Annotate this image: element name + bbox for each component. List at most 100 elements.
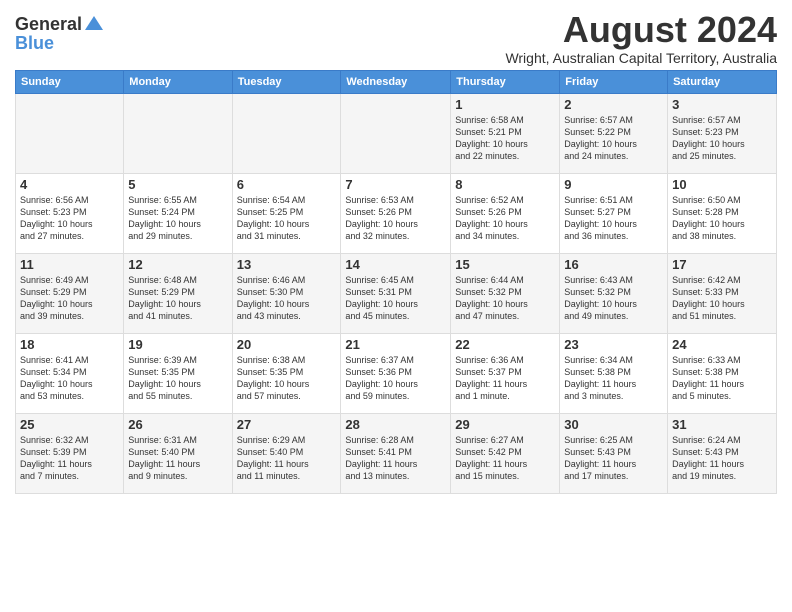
day-info: Sunrise: 6:33 AMSunset: 5:38 PMDaylight:… [672,355,744,401]
col-wednesday: Wednesday [341,70,451,93]
day-info: Sunrise: 6:49 AMSunset: 5:29 PMDaylight:… [20,275,93,321]
day-number: 28 [345,417,446,432]
day-info: Sunrise: 6:56 AMSunset: 5:23 PMDaylight:… [20,195,93,241]
day-number: 22 [455,337,555,352]
day-number: 3 [672,97,772,112]
day-number: 23 [564,337,663,352]
table-row: 20 Sunrise: 6:38 AMSunset: 5:35 PMDayligh… [232,333,341,413]
day-number: 20 [237,337,337,352]
table-row: 27Sunrise: 6:29 AMSunset: 5:40 PMDayligh… [232,413,341,493]
day-info: Sunrise: 6:38 AMSunset: 5:35 PMDaylight:… [237,355,310,401]
day-info: Sunrise: 6:52 AMSunset: 5:26 PMDaylight:… [455,195,528,241]
day-info: Sunrise: 6:36 AMSunset: 5:37 PMDaylight:… [455,355,527,401]
day-number: 5 [128,177,227,192]
table-row: 11 Sunrise: 6:49 AMSunset: 5:29 PMDayligh… [16,253,124,333]
table-row: 14Sunrise: 6:45 AMSunset: 5:31 PMDayligh… [341,253,451,333]
table-row: 15 Sunrise: 6:44 AMSunset: 5:32 PMDayligh… [451,253,560,333]
day-number: 24 [672,337,772,352]
day-info: Sunrise: 6:27 AMSunset: 5:42 PMDaylight:… [455,435,527,481]
day-number: 29 [455,417,555,432]
table-row [16,93,124,173]
page-container: General Blue August 2024 Wright, Austral… [0,0,792,499]
day-info: Sunrise: 6:45 AMSunset: 5:31 PMDaylight:… [345,275,418,321]
table-row: 19Sunrise: 6:39 AMSunset: 5:35 PMDayligh… [124,333,232,413]
table-row: 5Sunrise: 6:55 AMSunset: 5:24 PMDaylight… [124,173,232,253]
logo-icon [83,12,105,34]
logo-blue-text: Blue [15,34,54,52]
calendar-table: Sunday Monday Tuesday Wednesday Thursday… [15,70,777,494]
table-row: 9 Sunrise: 6:51 AMSunset: 5:27 PMDaylight… [560,173,668,253]
day-number: 9 [564,177,663,192]
day-number: 17 [672,257,772,272]
table-row: 30 Sunrise: 6:25 AMSunset: 5:43 PMDayligh… [560,413,668,493]
day-number: 16 [564,257,663,272]
day-info: Sunrise: 6:34 AMSunset: 5:38 PMDaylight:… [564,355,636,401]
table-row: 22 Sunrise: 6:36 AMSunset: 5:37 PMDayligh… [451,333,560,413]
day-number: 31 [672,417,772,432]
location-subtitle: Wright, Australian Capital Territory, Au… [505,50,777,66]
logo-general-text: General [15,15,82,33]
logo: General Blue [15,10,105,52]
day-number: 1 [455,97,555,112]
table-row: 2 Sunrise: 6:57 AMSunset: 5:22 PMDaylight… [560,93,668,173]
calendar-week-row: 4 Sunrise: 6:56 AMSunset: 5:23 PMDaylight… [16,173,777,253]
table-row: 12Sunrise: 6:48 AMSunset: 5:29 PMDayligh… [124,253,232,333]
day-info: Sunrise: 6:54 AMSunset: 5:25 PMDaylight:… [237,195,310,241]
day-info: Sunrise: 6:57 AMSunset: 5:22 PMDaylight:… [564,115,637,161]
calendar-week-row: 1Sunrise: 6:58 AMSunset: 5:21 PMDaylight… [16,93,777,173]
title-section: August 2024 Wright, Australian Capital T… [505,10,777,66]
table-row: 26 Sunrise: 6:31 AMSunset: 5:40 PMDayligh… [124,413,232,493]
table-row: 7 Sunrise: 6:53 AMSunset: 5:26 PMDaylight… [341,173,451,253]
table-row: 1Sunrise: 6:58 AMSunset: 5:21 PMDaylight… [451,93,560,173]
calendar-week-row: 25 Sunrise: 6:32 AMSunset: 5:39 PMDayligh… [16,413,777,493]
table-row: 18 Sunrise: 6:41 AMSunset: 5:34 PMDayligh… [16,333,124,413]
col-sunday: Sunday [16,70,124,93]
table-row [124,93,232,173]
day-number: 11 [20,257,119,272]
table-row: 29 Sunrise: 6:27 AMSunset: 5:42 PMDayligh… [451,413,560,493]
col-tuesday: Tuesday [232,70,341,93]
table-row [232,93,341,173]
day-info: Sunrise: 6:32 AMSunset: 5:39 PMDaylight:… [20,435,92,481]
day-number: 8 [455,177,555,192]
table-row: 24 Sunrise: 6:33 AMSunset: 5:38 PMDayligh… [668,333,777,413]
table-row: 17 Sunrise: 6:42 AMSunset: 5:33 PMDayligh… [668,253,777,333]
day-info: Sunrise: 6:25 AMSunset: 5:43 PMDaylight:… [564,435,636,481]
calendar-week-row: 18 Sunrise: 6:41 AMSunset: 5:34 PMDayligh… [16,333,777,413]
table-row: 28 Sunrise: 6:28 AMSunset: 5:41 PMDayligh… [341,413,451,493]
day-number: 25 [20,417,119,432]
day-number: 2 [564,97,663,112]
day-number: 27 [237,417,337,432]
day-number: 18 [20,337,119,352]
day-number: 4 [20,177,119,192]
day-number: 19 [128,337,227,352]
day-info: Sunrise: 6:44 AMSunset: 5:32 PMDaylight:… [455,275,528,321]
day-info: Sunrise: 6:42 AMSunset: 5:33 PMDaylight:… [672,275,745,321]
day-number: 6 [237,177,337,192]
day-info: Sunrise: 6:53 AMSunset: 5:26 PMDaylight:… [345,195,418,241]
table-row: 21Sunrise: 6:37 AMSunset: 5:36 PMDayligh… [341,333,451,413]
day-number: 15 [455,257,555,272]
day-number: 10 [672,177,772,192]
calendar-header-row: Sunday Monday Tuesday Wednesday Thursday… [16,70,777,93]
day-info: Sunrise: 6:48 AMSunset: 5:29 PMDaylight:… [128,275,201,321]
day-number: 30 [564,417,663,432]
table-row: 6 Sunrise: 6:54 AMSunset: 5:25 PMDaylight… [232,173,341,253]
day-number: 7 [345,177,446,192]
day-number: 26 [128,417,227,432]
day-info: Sunrise: 6:37 AMSunset: 5:36 PMDaylight:… [345,355,418,401]
day-info: Sunrise: 6:31 AMSunset: 5:40 PMDaylight:… [128,435,200,481]
table-row: 4 Sunrise: 6:56 AMSunset: 5:23 PMDaylight… [16,173,124,253]
table-row: 10 Sunrise: 6:50 AMSunset: 5:28 PMDayligh… [668,173,777,253]
day-info: Sunrise: 6:28 AMSunset: 5:41 PMDaylight:… [345,435,417,481]
table-row: 13Sunrise: 6:46 AMSunset: 5:30 PMDayligh… [232,253,341,333]
day-info: Sunrise: 6:50 AMSunset: 5:28 PMDaylight:… [672,195,745,241]
day-info: Sunrise: 6:51 AMSunset: 5:27 PMDaylight:… [564,195,637,241]
table-row [341,93,451,173]
table-row: 3Sunrise: 6:57 AMSunset: 5:23 PMDaylight… [668,93,777,173]
table-row: 16Sunrise: 6:43 AMSunset: 5:32 PMDayligh… [560,253,668,333]
table-row: 25 Sunrise: 6:32 AMSunset: 5:39 PMDayligh… [16,413,124,493]
col-thursday: Thursday [451,70,560,93]
day-info: Sunrise: 6:41 AMSunset: 5:34 PMDaylight:… [20,355,93,401]
day-info: Sunrise: 6:46 AMSunset: 5:30 PMDaylight:… [237,275,310,321]
